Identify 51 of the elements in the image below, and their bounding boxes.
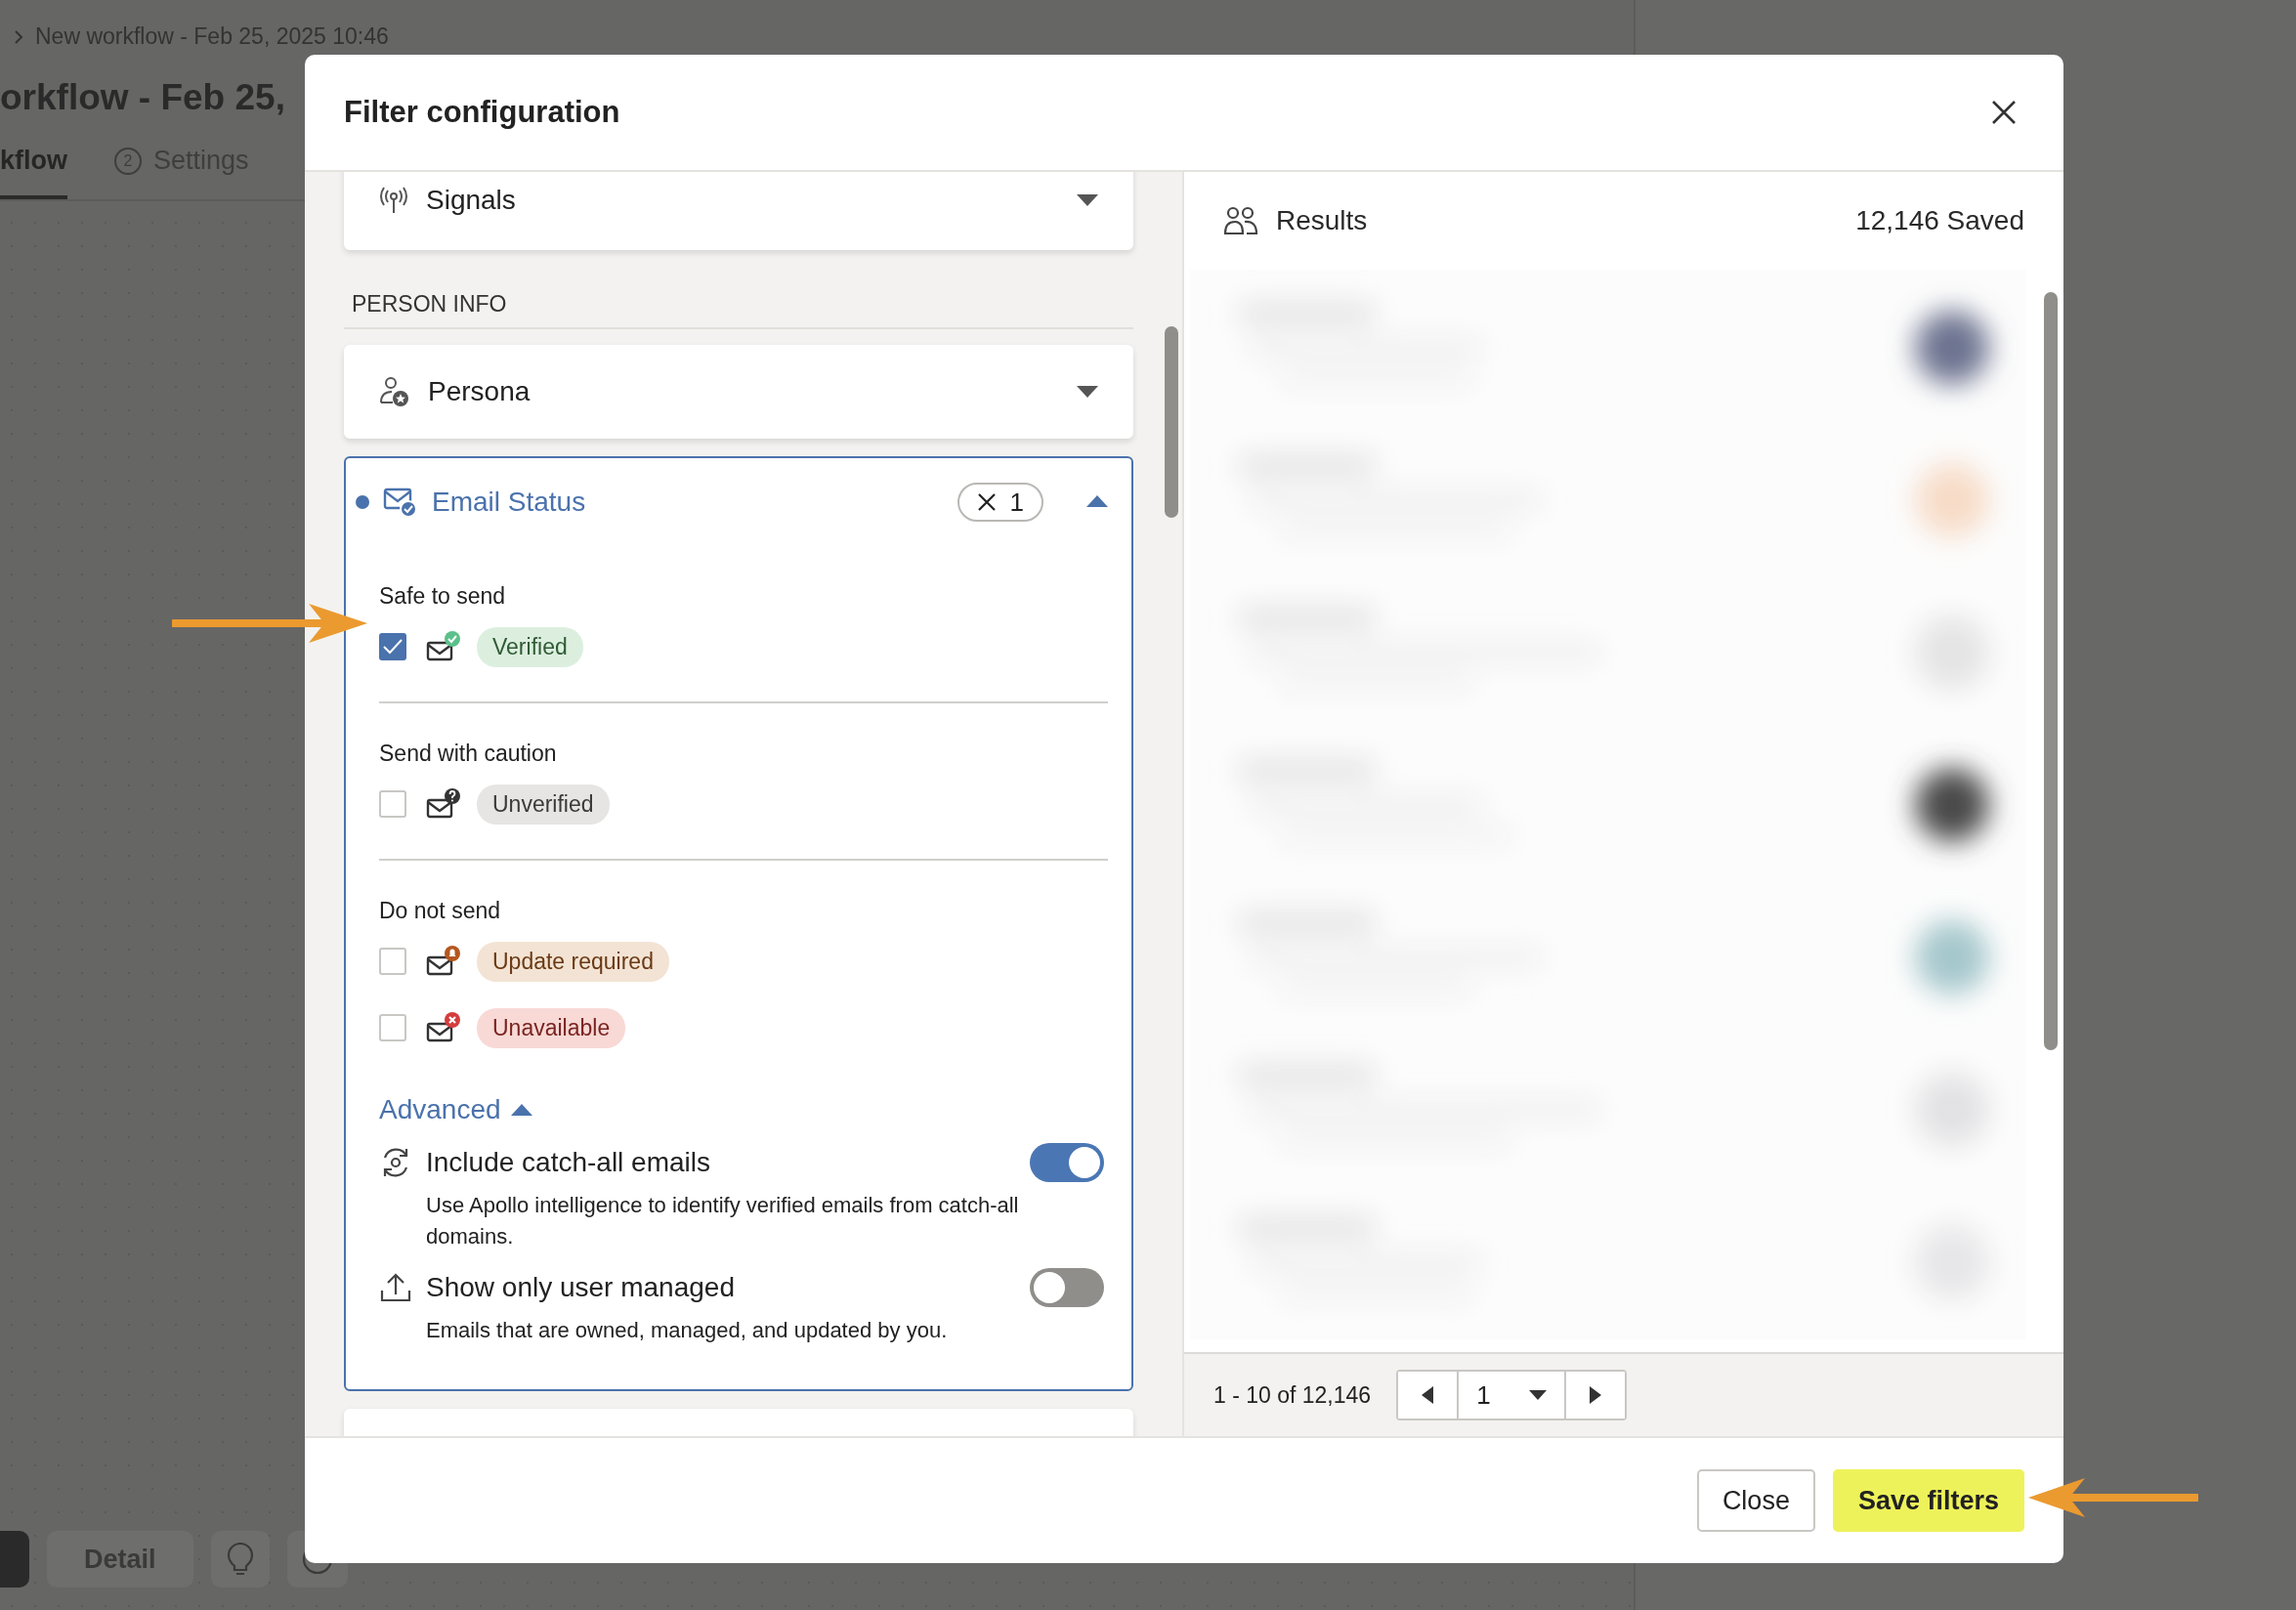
option-description: Emails that are owned, managed, and updated by you.	[426, 1317, 949, 1344]
status-tag: Unavailable	[477, 1007, 626, 1048]
filter-title: Persona	[428, 376, 531, 407]
checkbox[interactable]	[379, 633, 406, 660]
save-button[interactable]: Save filters	[1832, 1469, 2024, 1532]
checkbox[interactable]	[379, 790, 406, 818]
scrollbar-thumb[interactable]	[2044, 292, 2058, 1050]
saved-count: 12,146 Saved	[1855, 205, 2024, 236]
checkbox[interactable]	[379, 948, 406, 975]
users-icon	[1223, 206, 1258, 235]
antenna-icon	[379, 186, 408, 215]
option-title: Show only user managed	[426, 1272, 736, 1303]
upload-icon	[379, 1271, 412, 1304]
option-title: Include catch-all emails	[426, 1147, 712, 1178]
filter-card[interactable]: Signals	[344, 172, 1133, 250]
filter-title[interactable]: Email Status	[432, 487, 944, 518]
bell-mail-icon	[426, 945, 461, 978]
error-mail-icon	[426, 1011, 461, 1044]
toolbar-button[interactable]	[0, 1531, 29, 1588]
caret-icon	[510, 1104, 532, 1116]
filter-title: Signals	[426, 185, 517, 216]
clear-count-chip[interactable]: 1	[957, 483, 1043, 522]
question-mail-icon	[426, 787, 461, 821]
filter-card[interactable]: Persona	[344, 345, 1133, 439]
close-button[interactable]: Close	[1696, 1469, 1815, 1532]
status-tag: Verified	[477, 626, 583, 667]
toggle-switch[interactable]	[1030, 1268, 1104, 1307]
caret-icon	[1077, 386, 1098, 398]
checkbox[interactable]	[379, 1014, 406, 1041]
page-title: orkflow - Feb 25,	[0, 77, 285, 118]
group-label: Do not send	[379, 897, 502, 924]
option-description: Use Apollo intelligence to identify verified emails from catch-all domains.	[426, 1192, 1020, 1250]
chevron-icon	[14, 28, 23, 45]
verified-mail-icon	[426, 630, 461, 663]
status-tag: Unverified	[477, 784, 610, 825]
dialog-title: Filter configuration	[344, 95, 620, 130]
group-label: Safe to send	[379, 582, 507, 610]
scrollbar-thumb[interactable]	[1165, 326, 1178, 518]
user-star-icon	[379, 376, 410, 407]
close-icon	[976, 492, 997, 512]
bulb-button[interactable]	[210, 1531, 270, 1588]
page-range: 1 - 10 of 12,146	[1213, 1381, 1372, 1409]
mail-check-icon	[383, 487, 418, 518]
advanced-toggle[interactable]: Advanced	[379, 1094, 532, 1125]
caret-icon	[1086, 495, 1108, 507]
status-tag: Update required	[477, 941, 669, 982]
caret-icon	[1077, 194, 1098, 206]
toggle-switch[interactable]	[1030, 1143, 1104, 1182]
section-heading: PERSON INFO	[344, 268, 1133, 329]
results-title: Results	[1276, 205, 1369, 236]
group-label: Send with caution	[379, 740, 558, 767]
